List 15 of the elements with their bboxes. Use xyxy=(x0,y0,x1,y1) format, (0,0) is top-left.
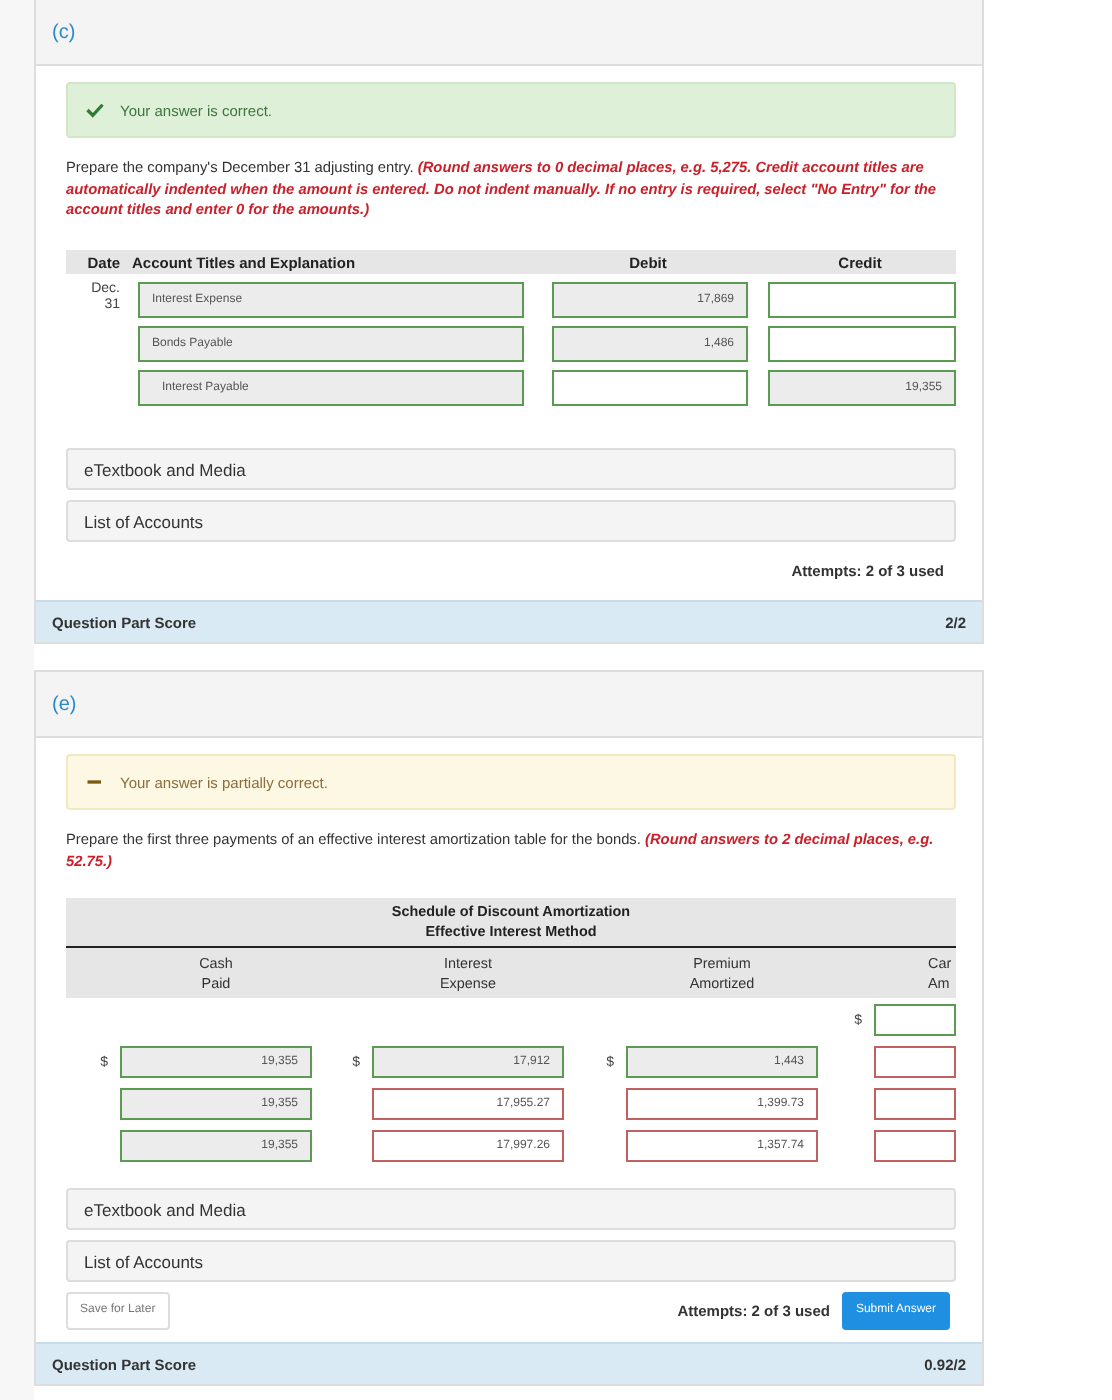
credit-field[interactable] xyxy=(768,326,956,362)
part-label: (e) xyxy=(52,693,77,715)
amount-field[interactable] xyxy=(874,1004,956,1036)
credit-field[interactable] xyxy=(768,282,956,318)
part-label: (c) xyxy=(52,21,76,43)
amount-field[interactable] xyxy=(874,1088,956,1120)
amount-field[interactable] xyxy=(874,1130,956,1162)
resource-link[interactable]: eTextbook and Media xyxy=(66,1188,956,1230)
debit-field[interactable] xyxy=(552,370,748,406)
minus-icon xyxy=(86,774,104,790)
resource-link[interactable]: eTextbook and Media xyxy=(66,448,956,490)
resource-link[interactable]: List of Accounts xyxy=(66,1240,956,1282)
resource-link[interactable]: List of Accounts xyxy=(66,500,956,542)
checkmark-icon xyxy=(86,102,104,118)
amount-field[interactable] xyxy=(874,1046,956,1078)
